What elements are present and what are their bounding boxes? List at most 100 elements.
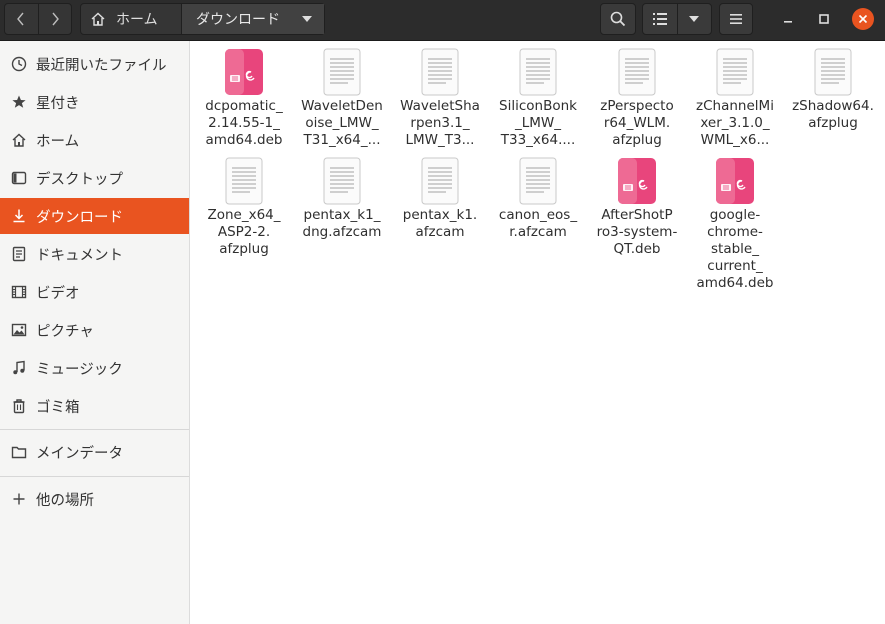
sidebar-item-main-data[interactable]: メインデータ — [0, 434, 189, 470]
file-name: SiliconBonk _LMW_ T33_x64.... — [499, 98, 577, 148]
plus-icon — [10, 490, 28, 508]
chevron-down-icon — [689, 16, 700, 22]
folder-icon — [10, 443, 28, 461]
breadcrumb-current-label: ダウンロード — [196, 12, 280, 28]
file-name: AfterShotP ro3-system- QT.deb — [596, 207, 678, 257]
file-item[interactable]: zPerspecto r64_WLM. afzplug — [588, 48, 686, 149]
sidebar-item-music[interactable]: ミュージック — [0, 350, 189, 386]
sidebar-item-other-locations[interactable]: 他の場所 — [0, 481, 189, 517]
view-options-button[interactable] — [676, 4, 712, 34]
file-item[interactable]: canon_eos_ r.afzcam — [489, 157, 587, 241]
sidebar-item-starred[interactable]: 星付き — [0, 84, 189, 120]
minimize-icon — [784, 21, 792, 23]
deb-package-icon — [617, 157, 657, 205]
path-bar: ホーム ダウンロード — [80, 3, 325, 35]
breadcrumb-home-label: ホーム — [116, 12, 158, 28]
file-item[interactable]: pentax_k1_ dng.afzcam — [293, 157, 391, 241]
file-item[interactable]: google- chrome- stable_ current_ amd64.d… — [686, 157, 784, 292]
sidebar-item-label: 他の場所 — [36, 492, 94, 509]
sidebar-item-documents[interactable]: ドキュメント — [0, 236, 189, 272]
sidebar-item-label: ゴミ箱 — [36, 399, 80, 416]
sidebar-item-videos[interactable]: ビデオ — [0, 274, 189, 310]
sidebar-item-pictures[interactable]: ピクチャ — [0, 312, 189, 348]
chevron-down-icon — [302, 16, 312, 22]
document-file-icon — [224, 157, 264, 205]
file-item[interactable]: Zone_x64_ ASP2-2. afzplug — [195, 157, 293, 258]
file-name: zChannelMi xer_3.1.0_ WML_x6... — [696, 98, 774, 148]
file-name: pentax_k1_ dng.afzcam — [302, 207, 382, 240]
sidebar-item-label: ドキュメント — [36, 247, 123, 264]
file-item[interactable]: SiliconBonk _LMW_ T33_x64.... — [489, 48, 587, 149]
home-icon — [91, 12, 105, 26]
document-file-icon — [715, 48, 755, 96]
sidebar-item-label: メインデータ — [36, 445, 123, 462]
menu-button[interactable] — [719, 3, 753, 35]
download-icon — [10, 207, 28, 225]
sidebar-item-label: ダウンロード — [36, 209, 123, 226]
clock-icon — [10, 55, 28, 73]
star-icon — [10, 93, 28, 111]
sidebar-item-desktop[interactable]: デスクトップ — [0, 160, 189, 196]
list-view-icon — [652, 13, 667, 25]
file-item[interactable]: WaveletSha rpen3.1_ LMW_T3... — [391, 48, 489, 149]
file-name: WaveletSha rpen3.1_ LMW_T3... — [400, 98, 480, 148]
film-icon — [10, 283, 28, 301]
minimize-button[interactable] — [777, 8, 799, 30]
trash-icon — [10, 397, 28, 415]
file-name: zPerspecto r64_WLM. afzplug — [600, 98, 674, 148]
file-name: google- chrome- stable_ current_ amd64.d… — [696, 207, 774, 291]
search-icon — [610, 11, 626, 27]
sidebar-divider — [0, 429, 189, 430]
close-button[interactable] — [852, 8, 874, 30]
hamburger-menu-icon — [730, 14, 742, 24]
deb-package-icon — [224, 48, 264, 96]
file-item[interactable]: zChannelMi xer_3.1.0_ WML_x6... — [686, 48, 784, 149]
file-item[interactable]: AfterShotP ro3-system- QT.deb — [588, 157, 686, 258]
file-item[interactable]: dcpomatic_ 2.14.55-1_ amd64.deb — [195, 48, 293, 149]
file-name: WaveletDen oise_LMW_ T31_x64_... — [301, 98, 383, 148]
forward-button[interactable] — [37, 4, 72, 34]
maximize-icon — [819, 14, 829, 24]
sidebar: 最近開いたファイル 星付き ホーム デスクトップ ダウンロード ドキュメント ビ… — [0, 41, 190, 624]
picture-icon — [10, 321, 28, 339]
sidebar-item-label: ピクチャ — [36, 323, 94, 340]
sidebar-item-label: デスクトップ — [36, 171, 123, 188]
sidebar-item-label: 星付き — [36, 95, 80, 112]
document-file-icon — [813, 48, 853, 96]
file-name: canon_eos_ r.afzcam — [498, 207, 578, 240]
navigation-buttons — [4, 3, 72, 35]
document-icon — [10, 245, 28, 263]
file-item[interactable]: WaveletDen oise_LMW_ T31_x64_... — [293, 48, 391, 149]
file-name: dcpomatic_ 2.14.55-1_ amd64.deb — [205, 98, 283, 148]
sidebar-item-downloads[interactable]: ダウンロード — [0, 198, 189, 234]
sidebar-item-home[interactable]: ホーム — [0, 122, 189, 158]
close-icon — [858, 14, 868, 24]
document-file-icon — [420, 48, 460, 96]
sidebar-item-label: ホーム — [36, 133, 80, 150]
maximize-button[interactable] — [813, 8, 835, 30]
view-toggle-group — [642, 3, 712, 35]
document-file-icon — [518, 157, 558, 205]
breadcrumb-home[interactable]: ホーム — [81, 4, 182, 34]
deb-package-icon — [715, 157, 755, 205]
document-file-icon — [322, 157, 362, 205]
sidebar-item-trash[interactable]: ゴミ箱 — [0, 388, 189, 424]
list-view-button[interactable] — [643, 4, 677, 34]
back-button[interactable] — [5, 4, 38, 34]
file-name: zShadow64. afzplug — [792, 98, 874, 131]
header-bar: ホーム ダウンロード — [0, 0, 885, 41]
document-file-icon — [617, 48, 657, 96]
file-item[interactable]: zShadow64. afzplug — [784, 48, 882, 132]
search-button[interactable] — [600, 3, 636, 35]
file-name: Zone_x64_ ASP2-2. afzplug — [207, 207, 281, 257]
sidebar-item-label: 最近開いたファイル — [36, 57, 167, 74]
breadcrumb-current[interactable]: ダウンロード — [182, 4, 324, 34]
chevron-right-icon — [52, 12, 59, 26]
sidebar-item-recent[interactable]: 最近開いたファイル — [0, 46, 189, 82]
desktop-icon — [10, 169, 28, 187]
music-icon — [10, 359, 28, 377]
document-file-icon — [420, 157, 460, 205]
document-file-icon — [322, 48, 362, 96]
file-item[interactable]: pentax_k1. afzcam — [391, 157, 489, 241]
home-icon — [10, 131, 28, 149]
